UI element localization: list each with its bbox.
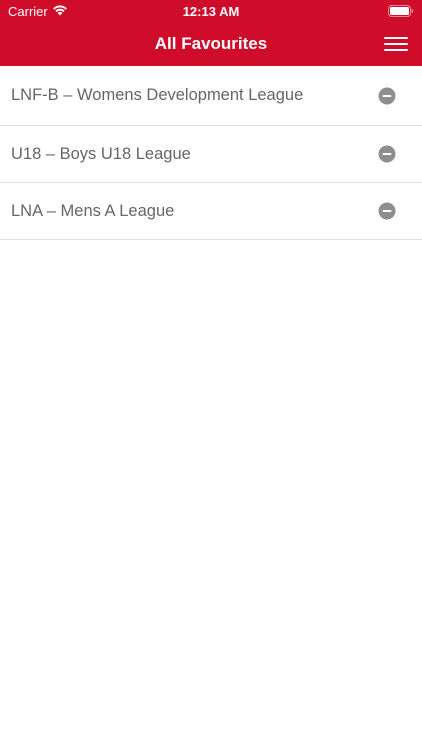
remove-icon[interactable] [378, 202, 396, 220]
favourite-label: LNF-B – Womens Development League [11, 86, 304, 104]
remove-icon[interactable] [378, 87, 396, 105]
page-title: All Favourites [154, 34, 268, 53]
favourites-list: LNF-B – Womens Development League U18 – … [0, 66, 422, 240]
list-item[interactable]: U18 – Boys U18 League [0, 126, 422, 183]
list-item[interactable]: LNF-B – Womens Development League [0, 66, 422, 126]
menu-button[interactable] [384, 34, 410, 54]
battery-icon [388, 5, 414, 17]
app-screen: Carrier 12:13 AM All Favourites LNF-B – … [0, 0, 422, 750]
header: Carrier 12:13 AM All Favourites [0, 0, 422, 66]
remove-icon[interactable] [378, 145, 396, 163]
status-time: 12:13 AM [182, 4, 240, 19]
favourite-label: U18 – Boys U18 League [11, 144, 191, 163]
list-item[interactable]: LNA – Mens A League [0, 183, 422, 240]
navigation-bar: All Favourites [0, 22, 422, 66]
status-bar: Carrier 12:13 AM [0, 0, 422, 22]
favourite-label: LNA – Mens A League [11, 201, 175, 220]
